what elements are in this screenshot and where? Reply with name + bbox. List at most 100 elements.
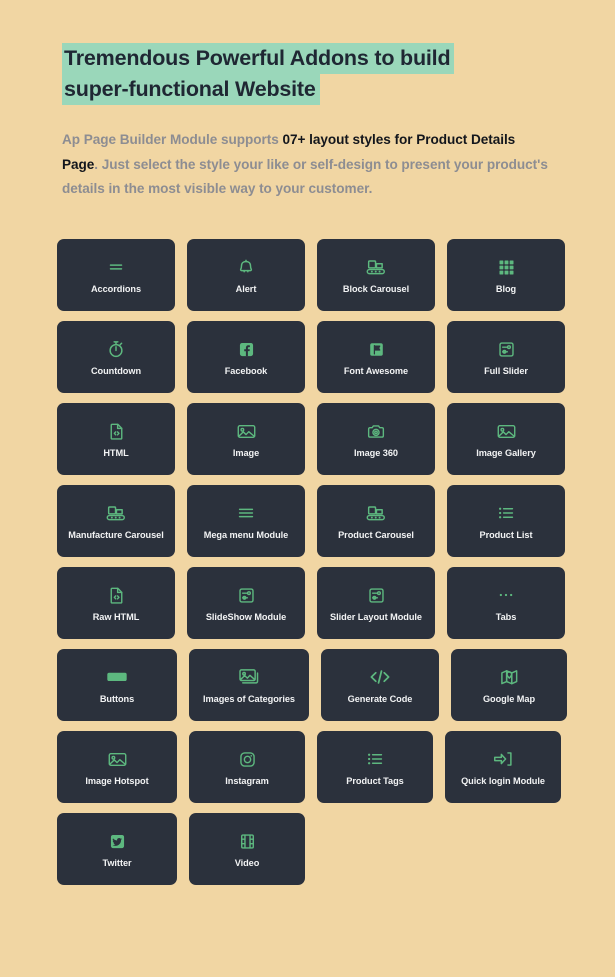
addon-card-label: Block Carousel	[342, 284, 410, 295]
addon-card-label: Image	[232, 448, 260, 459]
addon-card[interactable]: Generate Code	[321, 649, 439, 722]
facebook-icon	[236, 338, 257, 360]
addon-card-label: HTML	[103, 448, 129, 459]
addons-page: Tremendous Powerful Addons to build supe…	[0, 0, 615, 977]
film-icon	[237, 830, 258, 852]
intro-section: Tremendous Powerful Addons to build supe…	[0, 0, 615, 202]
addon-card-label: Tabs	[495, 612, 517, 623]
code-brackets-icon	[367, 666, 393, 688]
stopwatch-icon	[105, 338, 127, 360]
page-title: Tremendous Powerful Addons to build supe…	[62, 43, 492, 105]
addon-card-label: Full Slider	[484, 366, 528, 377]
sign-in-icon	[491, 748, 515, 770]
addon-card[interactable]: Product Tags	[317, 731, 433, 804]
addon-card-label: Generate Code	[347, 694, 413, 705]
addon-card-label: Slider Layout Module	[330, 612, 422, 623]
page-title-line-2: super-functional Website	[62, 73, 320, 105]
addon-card[interactable]: Block Carousel	[317, 239, 435, 312]
image-icon	[106, 748, 129, 770]
addon-card-label: Image 360	[354, 448, 398, 459]
addon-card-label: Blog	[495, 284, 517, 295]
addon-card[interactable]: SlideShow Module	[187, 567, 305, 640]
conveyor-icon	[364, 256, 388, 278]
camera-360-icon	[365, 420, 387, 442]
addon-card[interactable]: Blog	[447, 239, 565, 312]
addon-card[interactable]: Google Map	[451, 649, 567, 722]
addon-card[interactable]: Instagram	[189, 731, 305, 804]
conveyor-icon	[364, 502, 388, 524]
addon-card-label: Buttons	[99, 694, 135, 705]
sliders-box-icon	[496, 338, 517, 360]
addons-grid: Accordions Alert Block Carousel Blog Countdo…	[0, 239, 615, 886]
button-pill-icon	[105, 666, 129, 688]
addon-card[interactable]: Image 360	[317, 403, 435, 476]
addon-card-label: Product Carousel	[338, 530, 414, 541]
addons-row: Accordions Alert Block Carousel Blog	[57, 239, 565, 312]
addon-card[interactable]: Image Gallery	[447, 403, 565, 476]
hamburger-lines-icon	[235, 502, 257, 524]
sliders-box-icon	[366, 584, 387, 606]
conveyor-icon	[104, 502, 128, 524]
addon-card-label: Image Gallery	[476, 448, 536, 459]
addon-card[interactable]: Product List	[447, 485, 565, 558]
addon-card-label: SlideShow Module	[205, 612, 287, 623]
addon-card[interactable]: Image Hotspot	[57, 731, 177, 804]
addon-card[interactable]: Font Awesome	[317, 321, 435, 394]
flag-icon	[366, 338, 387, 360]
addon-card-label: Countdown	[90, 366, 142, 377]
addon-card[interactable]: Image	[187, 403, 305, 476]
addons-row: Twitter Video	[57, 813, 565, 886]
addon-card-label: Product List	[479, 530, 533, 541]
addon-card[interactable]: Product Carousel	[317, 485, 435, 558]
addon-card[interactable]: Quick login Module	[445, 731, 561, 804]
addon-card[interactable]: Accordions	[57, 239, 175, 312]
page-title-line-1: Tremendous Powerful Addons to build	[62, 43, 455, 74]
addon-card-label: Alert	[235, 284, 257, 295]
addon-card-label: Accordions	[90, 284, 142, 295]
addon-card-label: Images of Categories	[203, 694, 295, 705]
list-icon	[495, 502, 517, 524]
addon-card-label: Product Tags	[346, 776, 404, 787]
addon-card[interactable]: Raw HTML	[57, 567, 175, 640]
instagram-icon	[237, 748, 258, 770]
description-part-1: Ap Page Builder Module supports	[62, 132, 283, 147]
twitter-icon	[107, 830, 128, 852]
addon-card[interactable]: Facebook	[187, 321, 305, 394]
addon-card-label: Quick login Module	[461, 776, 545, 787]
addon-card-label: Video	[234, 858, 260, 869]
addon-card[interactable]: Tabs	[447, 567, 565, 640]
addon-card[interactable]: Manufacture Carousel	[57, 485, 175, 558]
addon-card[interactable]: Full Slider	[447, 321, 565, 394]
addons-row: Image Hotspot Instagram Product Tags Quick …	[57, 731, 565, 804]
addons-row: HTML Image Image 360 Image Gallery	[57, 403, 565, 476]
addon-card[interactable]: Slider Layout Module	[317, 567, 435, 640]
addon-card-label: Google Map	[482, 694, 536, 705]
bell-icon	[235, 256, 257, 278]
addon-card-label: Facebook	[224, 366, 268, 377]
addon-card-label: Twitter	[102, 858, 132, 869]
addon-card[interactable]: Alert	[187, 239, 305, 312]
addon-card-label: Raw HTML	[92, 612, 140, 623]
addon-card[interactable]: Images of Categories	[189, 649, 309, 722]
description-part-2: . Just select the style your like or sel…	[62, 156, 548, 197]
addon-card[interactable]: Countdown	[57, 321, 175, 394]
addon-card[interactable]: Video	[189, 813, 305, 886]
addon-card[interactable]: Buttons	[57, 649, 177, 722]
list-icon	[364, 748, 386, 770]
ellipsis-icon	[495, 584, 517, 606]
file-code-icon	[106, 420, 127, 442]
accordion-lines-icon	[105, 256, 127, 278]
addons-row: Manufacture Carousel Mega menu Module Prod…	[57, 485, 565, 558]
addon-card[interactable]: Mega menu Module	[187, 485, 305, 558]
addon-card[interactable]: Twitter	[57, 813, 177, 886]
addon-card-label: Manufacture Carousel	[68, 530, 164, 541]
file-code-icon	[106, 584, 127, 606]
addon-card-label: Instagram	[225, 776, 269, 787]
addon-card-label: Font Awesome	[343, 366, 409, 377]
page-description: Ap Page Builder Module supports 07+ layo…	[62, 128, 550, 202]
addon-card-label: Image Hotspot	[85, 776, 149, 787]
addons-row: Raw HTML SlideShow Module Slider Layout Mo…	[57, 567, 565, 640]
addon-card[interactable]: HTML	[57, 403, 175, 476]
sliders-box-icon	[236, 584, 257, 606]
grid-3x3-icon	[496, 256, 517, 278]
